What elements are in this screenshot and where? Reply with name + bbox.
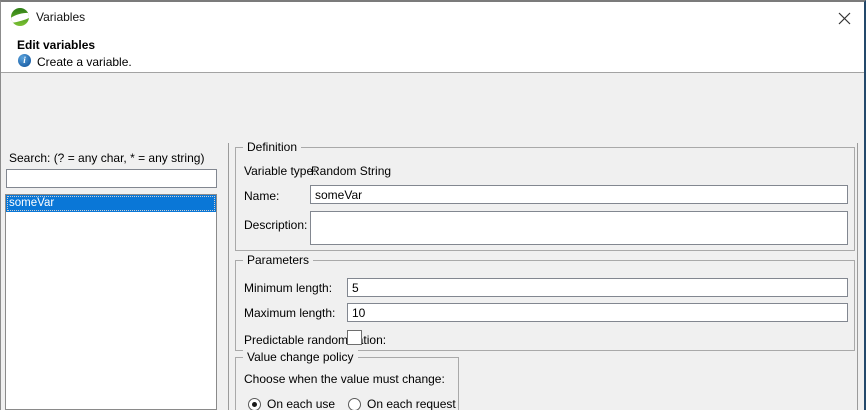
page-title: Edit variables [17,38,95,52]
description-field[interactable] [310,211,848,245]
name-label: Name: [244,189,279,203]
name-field[interactable] [310,185,848,204]
neoload-logo-icon [11,8,29,26]
definition-groupbox: Definition Variable type: Random String … [235,147,855,251]
description-label: Description: [244,218,307,232]
close-icon[interactable] [835,9,853,27]
title-bar: Variables [1,2,864,32]
value-change-policy-legend: Value change policy [243,350,358,364]
variable-type-label: Variable type: [244,164,317,178]
predictable-randomization-checkbox[interactable] [347,330,362,345]
minimum-length-label: Minimum length: [244,281,332,295]
radio-on-each-request[interactable]: On each request [348,397,456,410]
info-icon: i [18,54,31,67]
search-label: Search: (? = any char, * = any string) [9,151,204,165]
policy-prompt: Choose when the value must change: [244,372,445,386]
page-subtitle: Create a variable. [37,55,132,69]
maximum-length-field[interactable] [347,303,848,322]
value-change-policy-groupbox: Value change policy Choose when the valu… [235,357,459,410]
search-input[interactable] [6,169,217,188]
minimum-length-field[interactable] [347,278,848,297]
definition-legend: Definition [243,140,301,154]
dialog-body: Search: (? = any char, * = any string) s… [1,72,864,410]
variable-list[interactable]: someVar [5,194,217,410]
parameters-legend: Parameters [243,253,313,267]
maximum-length-label: Maximum length: [244,306,335,320]
radio-on-each-use[interactable]: On each use [248,397,335,410]
radio-on-each-use-icon [248,398,261,410]
radio-on-each-request-icon [348,398,361,410]
variable-type-value: Random String [311,164,391,178]
details-panel: Definition Variable type: Random String … [228,143,858,410]
list-item-somevar[interactable]: someVar [6,195,216,212]
parameters-groupbox: Parameters Minimum length: Maximum lengt… [235,260,855,351]
variables-dialog: Variables Edit variables i Create a vari… [0,0,866,410]
predictable-randomization-label: Predictable randomization: [244,333,386,347]
window-title: Variables [36,10,85,24]
